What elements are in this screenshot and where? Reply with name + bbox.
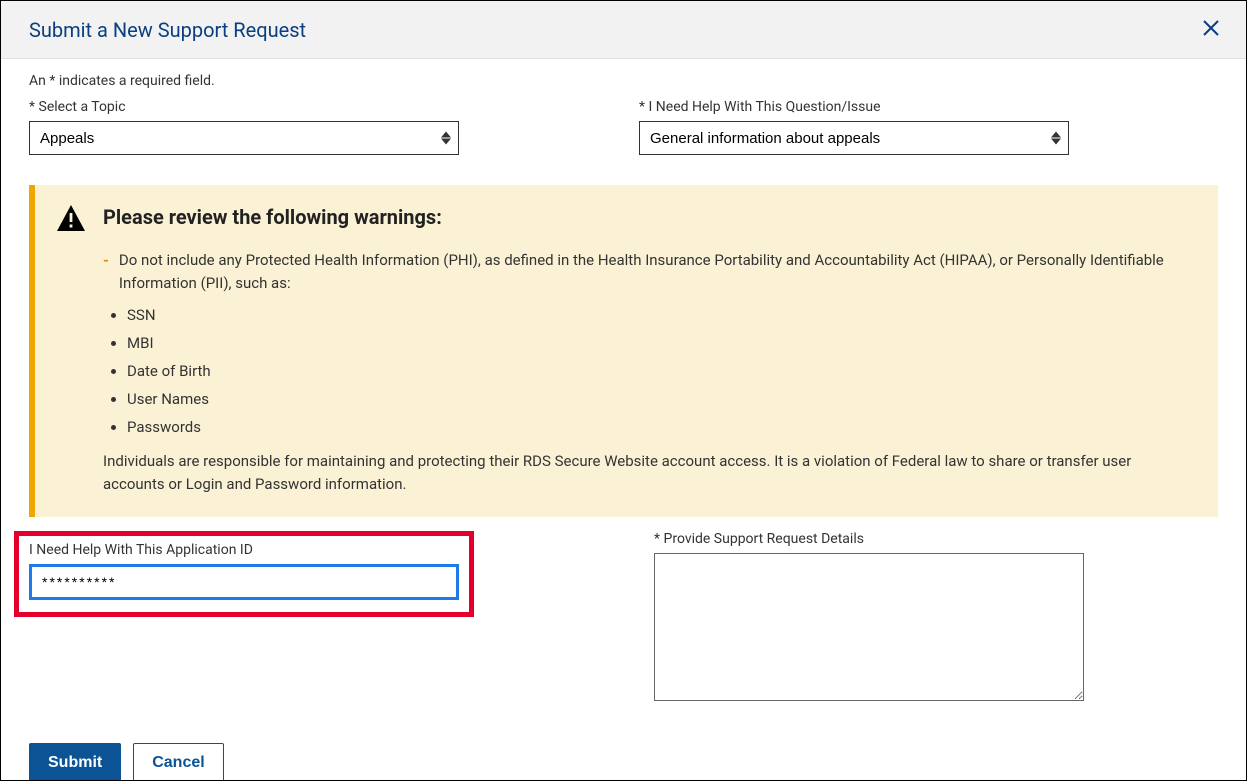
modal-header: Submit a New Support Request	[1, 1, 1246, 59]
warning-intro-row: - Do not include any Protected Health In…	[103, 249, 1190, 294]
warning-body: - Do not include any Protected Health In…	[103, 249, 1190, 497]
warning-item: MBI	[127, 334, 1190, 352]
cancel-button[interactable]: Cancel	[133, 743, 223, 781]
application-id-column: I Need Help With This Application ID	[29, 531, 474, 617]
warning-list: SSN MBI Date of Birth User Names Passwor…	[103, 306, 1190, 436]
warning-intro-text: Do not include any Protected Health Info…	[119, 249, 1190, 294]
close-button[interactable]	[1196, 15, 1226, 44]
warning-item: SSN	[127, 306, 1190, 324]
warning-icon	[57, 205, 85, 235]
modal-body: An * indicates a required field. * Selec…	[1, 59, 1246, 780]
warning-title: Please review the following warnings:	[103, 205, 442, 229]
actions-row: Submit Cancel	[29, 743, 1218, 781]
topic-select-wrap: Appeals	[29, 121, 459, 155]
highlight-annotation: I Need Help With This Application ID	[14, 531, 474, 617]
warning-item: Date of Birth	[127, 362, 1190, 380]
warning-header: Please review the following warnings:	[57, 205, 1190, 235]
dash-bullet-icon: -	[103, 249, 109, 294]
topic-label: * Select a Topic	[29, 99, 459, 115]
warning-item: User Names	[127, 390, 1190, 408]
details-column: * Provide Support Request Details	[654, 531, 1084, 705]
topic-select[interactable]: Appeals	[29, 121, 459, 155]
close-icon	[1202, 19, 1220, 40]
application-id-input[interactable]	[29, 564, 459, 600]
warning-item: Passwords	[127, 418, 1190, 436]
details-label: * Provide Support Request Details	[654, 531, 1084, 547]
support-details-textarea[interactable]	[654, 553, 1084, 701]
warning-box: Please review the following warnings: - …	[29, 185, 1218, 517]
issue-select[interactable]: General information about appeals	[639, 121, 1069, 155]
submit-button[interactable]: Submit	[29, 743, 121, 781]
topic-column: * Select a Topic Appeals	[29, 99, 459, 155]
required-field-note: An * indicates a required field.	[29, 73, 1218, 89]
form-row-bottom: I Need Help With This Application ID * P…	[29, 531, 1218, 705]
application-id-label: I Need Help With This Application ID	[29, 542, 459, 558]
warning-footer-text: Individuals are responsible for maintain…	[103, 450, 1190, 497]
issue-column: * I Need Help With This Question/Issue G…	[639, 99, 1069, 155]
form-row-top: * Select a Topic Appeals * I Need Help W…	[29, 99, 1218, 155]
modal-window: Submit a New Support Request An * indica…	[0, 0, 1247, 781]
issue-select-wrap: General information about appeals	[639, 121, 1069, 155]
issue-label: * I Need Help With This Question/Issue	[639, 99, 1069, 115]
modal-title: Submit a New Support Request	[29, 18, 306, 42]
